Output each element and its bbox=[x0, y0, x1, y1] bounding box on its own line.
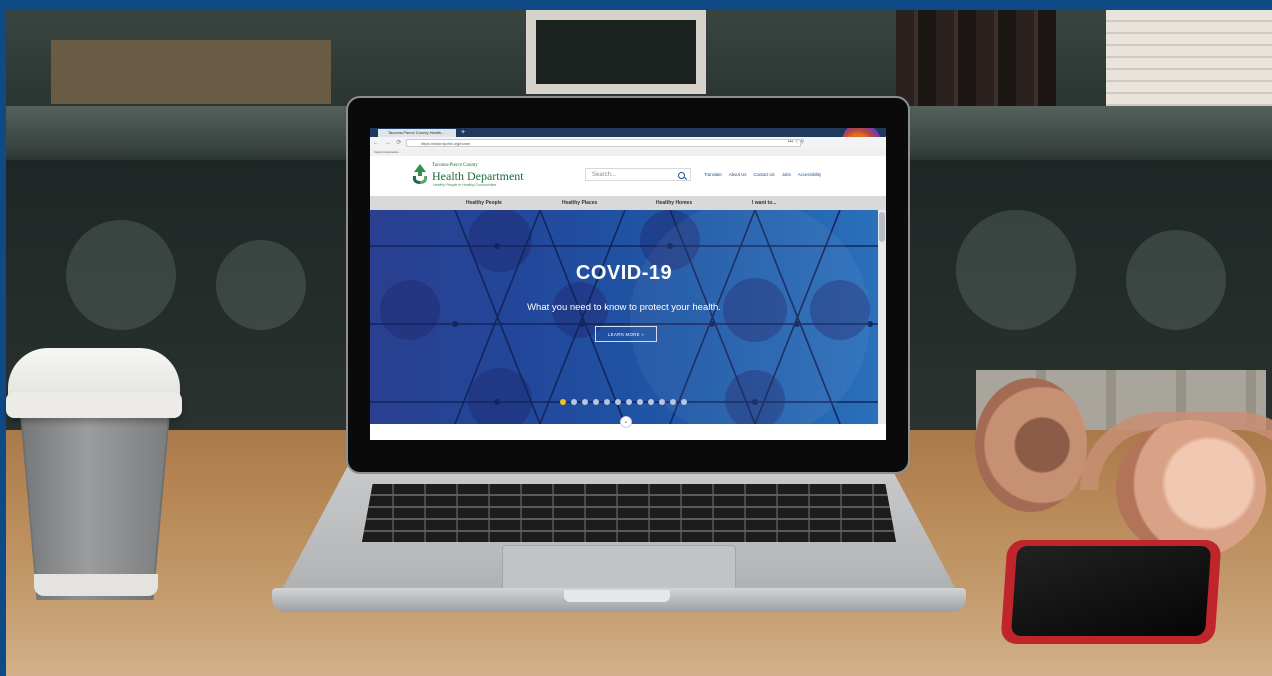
nav-healthy-places[interactable]: Healthy Places bbox=[562, 196, 597, 210]
utility-links: Translate About Us Contact Us Jobs Acces… bbox=[704, 172, 821, 177]
hero-title: COVID-19 bbox=[575, 262, 673, 284]
link-about-us[interactable]: About Us bbox=[729, 172, 747, 177]
shelf-boxes bbox=[51, 40, 331, 104]
headphones-earcup-right bbox=[1116, 420, 1266, 558]
hero-carousel: COVID-19 What you need to know to protec… bbox=[370, 210, 878, 424]
browser-tab[interactable]: Tacoma-Pierce County Health... bbox=[378, 129, 456, 137]
health-department-logo-icon[interactable] bbox=[410, 162, 430, 186]
search-placeholder: Search... bbox=[592, 172, 617, 178]
logo-title[interactable]: Health Department bbox=[432, 169, 524, 184]
carousel-dot[interactable] bbox=[637, 399, 643, 405]
carousel-dot[interactable] bbox=[670, 399, 676, 405]
main-navigation: Healthy People Healthy Places Healthy Ho… bbox=[370, 196, 886, 210]
nav-i-want-to[interactable]: I want to... bbox=[752, 196, 776, 210]
smartphone bbox=[1000, 540, 1222, 644]
page-scrollbar-thumb[interactable] bbox=[879, 212, 885, 242]
logo-county-text: Tacoma-Pierce County bbox=[432, 163, 478, 168]
link-contact-us[interactable]: Contact Us bbox=[753, 172, 774, 177]
site-header: Tacoma-Pierce County Health Department H… bbox=[370, 156, 886, 196]
coffee-cup-bottom bbox=[34, 574, 158, 596]
nav-healthy-homes[interactable]: Healthy Homes bbox=[656, 196, 692, 210]
carousel-dot[interactable] bbox=[604, 399, 610, 405]
bookmarks-bar[interactable]: Import bookmarks... bbox=[370, 149, 886, 156]
laptop-notch bbox=[564, 590, 670, 602]
link-jobs[interactable]: Jobs bbox=[782, 172, 791, 177]
shelf-books bbox=[896, 10, 1056, 110]
page-scrollbar[interactable] bbox=[878, 210, 886, 424]
hero-subtitle: What you need to know to protect your he… bbox=[527, 302, 721, 313]
link-translate[interactable]: Translate bbox=[704, 172, 722, 177]
laptop-keyboard bbox=[362, 484, 896, 542]
picture-frame bbox=[526, 10, 706, 94]
book-stack bbox=[1106, 10, 1272, 106]
smartphone-screen bbox=[1010, 546, 1212, 636]
search-input[interactable]: Search... bbox=[585, 168, 691, 181]
carousel-dot[interactable] bbox=[593, 399, 599, 405]
carousel-dots bbox=[560, 399, 687, 405]
search-icon[interactable] bbox=[678, 172, 685, 179]
carousel-dot[interactable] bbox=[560, 399, 566, 405]
carousel-dot[interactable] bbox=[615, 399, 621, 405]
carousel-dot[interactable] bbox=[626, 399, 632, 405]
carousel-dot[interactable] bbox=[648, 399, 654, 405]
link-accessibility[interactable]: Accessibility bbox=[798, 172, 821, 177]
address-bar-actions[interactable]: ••• ☆ ⚲ bbox=[788, 139, 804, 145]
browser-tab-bar: Tacoma-Pierce County Health... + bbox=[370, 128, 886, 162]
nav-healthy-people[interactable]: Healthy People bbox=[466, 196, 502, 210]
carousel-dot[interactable] bbox=[659, 399, 665, 405]
hero-network-pattern bbox=[370, 210, 878, 424]
laptop-screen: Tacoma-Pierce County Health... + ← → ⟳ ⌂… bbox=[370, 128, 886, 440]
laptop-trackpad bbox=[502, 545, 736, 593]
logo-tagline: Healthy People in Healthy Communities bbox=[433, 183, 497, 187]
headphones-earcup-left bbox=[975, 378, 1087, 512]
coffee-cup-rim bbox=[6, 392, 182, 418]
address-bar[interactable]: https://www.tpchd.org/home bbox=[406, 139, 801, 147]
carousel-dot[interactable] bbox=[681, 399, 687, 405]
learn-more-button[interactable]: LEARN MORE » bbox=[595, 326, 657, 342]
carousel-dot[interactable] bbox=[582, 399, 588, 405]
carousel-dot[interactable] bbox=[571, 399, 577, 405]
coffee-cup-sleeve bbox=[22, 414, 168, 594]
chevron-down-icon[interactable]: ⌄ bbox=[620, 416, 632, 428]
laptop-lid: Tacoma-Pierce County Health... + ← → ⟳ ⌂… bbox=[346, 96, 910, 474]
new-tab-button[interactable]: + bbox=[459, 128, 467, 137]
